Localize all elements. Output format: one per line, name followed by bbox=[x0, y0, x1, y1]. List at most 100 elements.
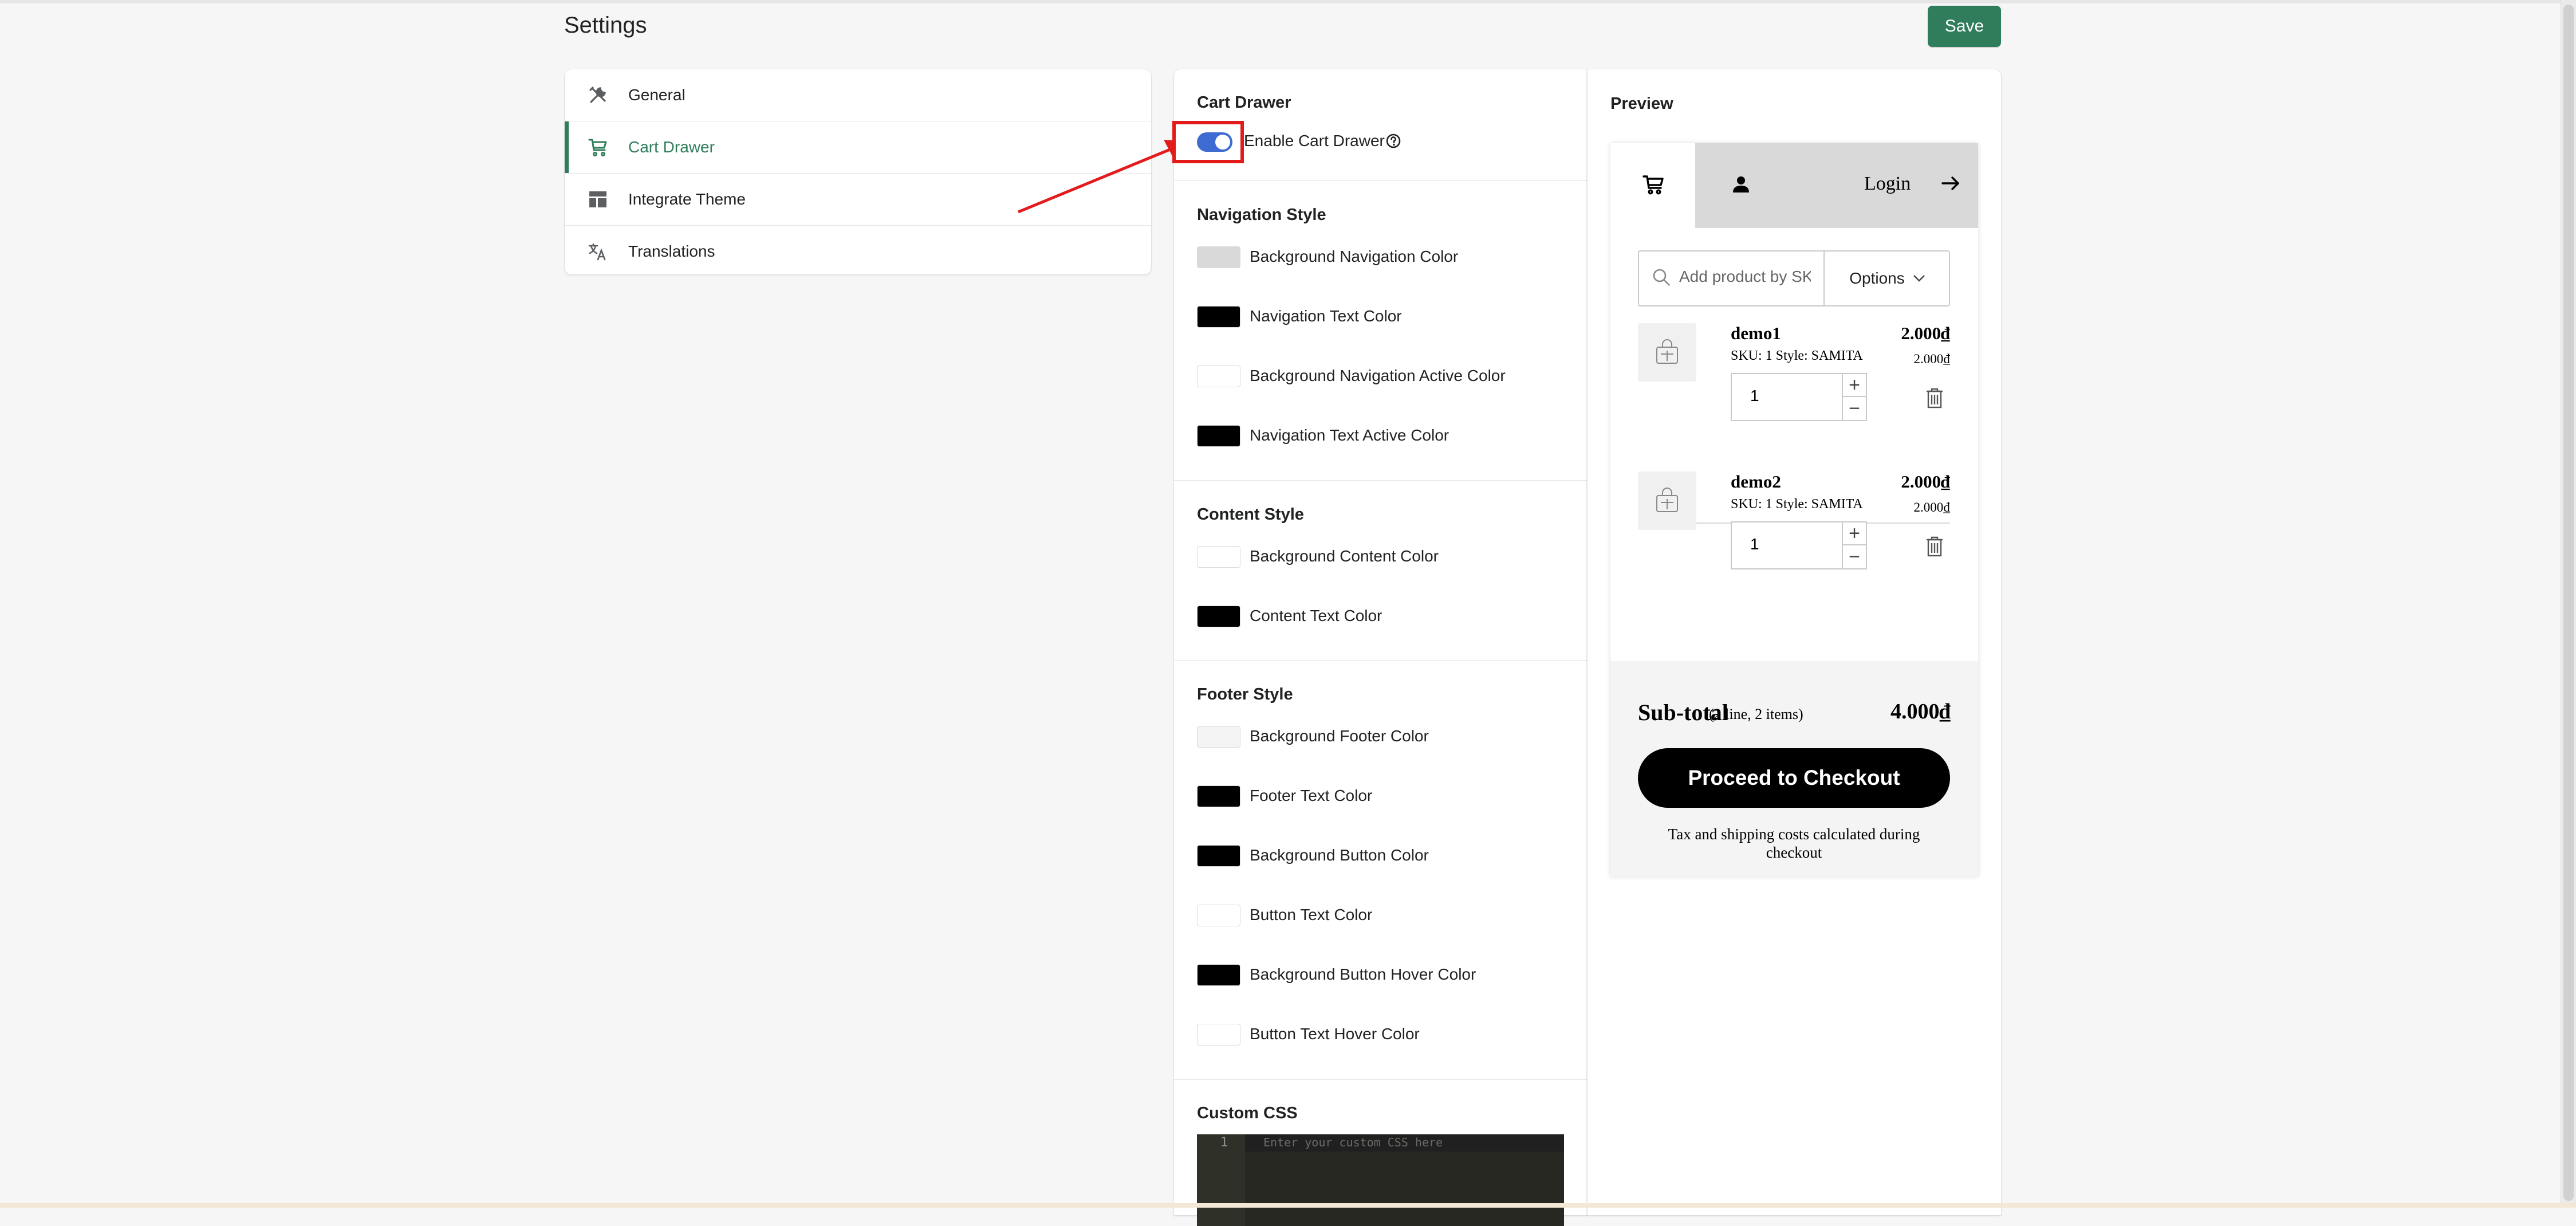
sidebar-item-label: Translations bbox=[628, 242, 715, 260]
section-divider bbox=[1174, 1079, 1587, 1080]
options-label: Options bbox=[1849, 269, 1905, 287]
product-sku: SKU: 1 Style: SAMITA bbox=[1731, 348, 1863, 363]
quantity-increase-button[interactable]: + bbox=[1843, 522, 1866, 545]
drawer-tab-cart[interactable] bbox=[1610, 143, 1695, 228]
product-image-icon bbox=[1656, 339, 1678, 364]
color-label: Footer Text Color bbox=[1250, 787, 1373, 804]
sidebar-item-translations[interactable]: Translations bbox=[565, 226, 1151, 274]
enable-cart-drawer-label: Enable Cart Drawer bbox=[1244, 132, 1385, 150]
cart-icon bbox=[588, 139, 607, 156]
quantity-stepper[interactable]: 1 + − bbox=[1731, 373, 1867, 421]
save-button[interactable]: Save bbox=[1928, 6, 2001, 47]
color-label: Content Text Color bbox=[1250, 607, 1382, 624]
content-text-color-swatch[interactable] bbox=[1197, 606, 1240, 627]
unit-price: 2.000₫ bbox=[1913, 500, 1950, 514]
line-number: 1 bbox=[1220, 1135, 1228, 1150]
footer-text-color-swatch[interactable] bbox=[1197, 785, 1240, 807]
subtotal-note: (2 line, 2 items) bbox=[1709, 706, 1803, 722]
color-label: Navigation Text Color bbox=[1250, 307, 1402, 325]
product-image-icon bbox=[1656, 488, 1678, 512]
color-label: Background Content Color bbox=[1250, 547, 1439, 565]
custom-css-placeholder: Enter your custom CSS here bbox=[1263, 1135, 1443, 1149]
cart-drawer-settings: Cart Drawer Navigation Style Background … bbox=[1174, 69, 1587, 1226]
footer-style-title: Footer Style bbox=[1197, 685, 1293, 704]
button-text-hover-color-swatch[interactable] bbox=[1197, 1024, 1240, 1046]
quantity-decrease-button[interactable]: − bbox=[1843, 545, 1866, 568]
color-label: Navigation Text Active Color bbox=[1250, 426, 1450, 444]
quantity-increase-button[interactable]: + bbox=[1843, 374, 1866, 397]
color-label: Button Text Color bbox=[1250, 906, 1373, 924]
scrollbar-thumb[interactable] bbox=[2563, 5, 2574, 1201]
cart-drawer-preview: Login Add product by SKU Options demo1 S… bbox=[1610, 143, 1978, 877]
arrow-right-icon[interactable] bbox=[1940, 173, 1961, 194]
page-title: Settings bbox=[564, 13, 647, 38]
trash-icon[interactable] bbox=[1925, 386, 1944, 409]
annotation-arrow bbox=[1018, 140, 1191, 214]
section-divider bbox=[1174, 660, 1587, 661]
bg-footer-color-swatch[interactable] bbox=[1197, 726, 1240, 748]
sidebar-item-label: Cart Drawer bbox=[628, 138, 715, 156]
page-scrollbar[interactable] bbox=[2561, 0, 2576, 1208]
section-divider bbox=[1174, 480, 1587, 481]
line-price: 2.000₫ bbox=[1901, 323, 1950, 343]
custom-css-editor[interactable]: 1 Enter your custom CSS here bbox=[1197, 1134, 1564, 1226]
color-label: Background Button Color bbox=[1250, 846, 1429, 864]
preview-panel: Preview Login Add product by SKU Options… bbox=[1587, 69, 2001, 1215]
chevron-down-icon bbox=[1913, 275, 1925, 282]
color-label: Background Footer Color bbox=[1250, 727, 1429, 745]
bg-content-color-swatch[interactable] bbox=[1197, 546, 1240, 568]
quantity-stepper[interactable]: 1 + − bbox=[1731, 521, 1867, 569]
sidebar-item-general[interactable]: General bbox=[565, 69, 1151, 121]
annotation-highlight-box bbox=[1172, 121, 1244, 163]
bg-navigation-active-color-swatch[interactable] bbox=[1197, 366, 1240, 387]
bg-button-color-swatch[interactable] bbox=[1197, 845, 1240, 867]
proceed-to-checkout-button[interactable]: Proceed to Checkout bbox=[1638, 748, 1950, 808]
navigation-style-title: Navigation Style bbox=[1197, 206, 1326, 224]
sidebar-item-label: General bbox=[628, 86, 686, 104]
navigation-text-color-swatch[interactable] bbox=[1197, 306, 1240, 328]
subtotal-value: 4.000₫ bbox=[1890, 700, 1951, 724]
translate-icon bbox=[588, 243, 606, 261]
cart-icon bbox=[1643, 175, 1664, 195]
product-name: demo2 bbox=[1731, 471, 1781, 492]
quantity-buttons: + − bbox=[1842, 522, 1866, 568]
line-gutter: 1 bbox=[1197, 1134, 1245, 1226]
product-sku: SKU: 1 Style: SAMITA bbox=[1731, 497, 1863, 512]
product-search-box: Add product by SKU Options bbox=[1638, 250, 1950, 306]
cart-drawer-section-title: Cart Drawer bbox=[1197, 93, 1291, 112]
tools-icon bbox=[589, 87, 606, 103]
drawer-navigation: Login bbox=[1610, 143, 1978, 228]
content-style-title: Content Style bbox=[1197, 505, 1304, 524]
color-label: Button Text Hover Color bbox=[1250, 1025, 1420, 1043]
line-price: 2.000₫ bbox=[1901, 471, 1950, 492]
quantity-value[interactable]: 1 bbox=[1750, 387, 1759, 405]
product-image-placeholder bbox=[1638, 323, 1696, 382]
tax-shipping-note: Tax and shipping costs calculated during… bbox=[1668, 826, 1920, 861]
top-border bbox=[0, 0, 2576, 3]
navigation-text-active-color-swatch[interactable] bbox=[1197, 425, 1240, 447]
quantity-decrease-button[interactable]: − bbox=[1843, 397, 1866, 420]
search-icon bbox=[1653, 269, 1670, 286]
cart-line-item: demo1 SKU: 1 Style: SAMITA 2.000₫ 2.000₫… bbox=[1638, 323, 1950, 449]
color-label: Background Button Hover Color bbox=[1250, 965, 1476, 983]
help-icon[interactable] bbox=[1385, 133, 1401, 149]
cart-line-item: demo2 SKU: 1 Style: SAMITA 2.000₫ 2.000₫… bbox=[1638, 471, 1950, 598]
bg-button-hover-color-swatch[interactable] bbox=[1197, 964, 1240, 986]
quantity-value[interactable]: 1 bbox=[1750, 535, 1759, 553]
color-label: Background Navigation Active Color bbox=[1250, 367, 1506, 384]
preview-title: Preview bbox=[1610, 95, 1673, 113]
login-link[interactable]: Login bbox=[1864, 173, 1911, 195]
section-divider bbox=[1174, 180, 1587, 181]
trash-icon[interactable] bbox=[1925, 535, 1944, 557]
options-dropdown[interactable]: Options bbox=[1823, 252, 1950, 305]
sidebar-item-label: Integrate Theme bbox=[628, 190, 746, 208]
user-icon[interactable] bbox=[1731, 174, 1751, 195]
product-search-input[interactable]: Add product by SKU bbox=[1679, 268, 1811, 286]
drawer-footer: Sub-total (2 line, 2 items) 4.000₫ Proce… bbox=[1610, 661, 1978, 877]
button-text-color-swatch[interactable] bbox=[1197, 905, 1240, 926]
custom-css-title: Custom CSS bbox=[1197, 1104, 1298, 1122]
bottom-border bbox=[0, 1203, 2576, 1208]
color-label: Background Navigation Color bbox=[1250, 247, 1459, 265]
quantity-buttons: + − bbox=[1842, 374, 1866, 420]
bg-navigation-color-swatch[interactable] bbox=[1197, 246, 1240, 268]
